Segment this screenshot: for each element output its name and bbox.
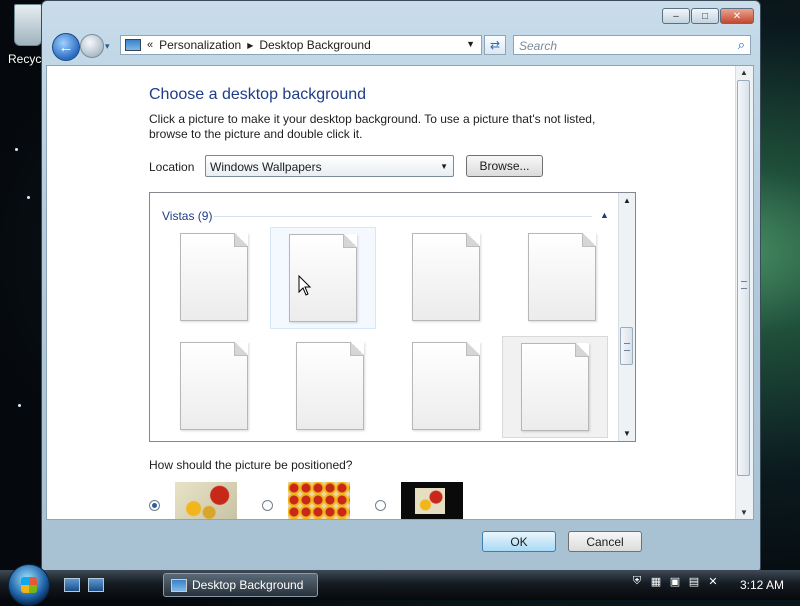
fit-preview-image[interactable] [175, 482, 237, 519]
position-center[interactable] [375, 482, 467, 519]
position-question: How should the picture be positioned? [149, 458, 353, 472]
scroll-up-icon[interactable]: ▲ [623, 196, 631, 205]
fit-radio[interactable] [149, 500, 160, 511]
center-radio[interactable] [375, 500, 386, 511]
wallpaper-thumb-8[interactable] [502, 336, 608, 438]
recycle-bin-graphic [14, 4, 42, 46]
windows-logo-icon [21, 577, 37, 593]
scroll-down-icon[interactable]: ▼ [740, 508, 748, 517]
taskbar: Desktop Background ⛨ ▦ ▣ ▤ ✕ 3:12 AM [0, 564, 800, 606]
minimize-button[interactable]: – [662, 8, 690, 24]
content-scroll-thumb[interactable] [737, 80, 750, 476]
wallpaper-thumb-5[interactable] [162, 336, 268, 438]
desktop-star [18, 404, 21, 407]
scroll-up-icon[interactable]: ▲ [740, 68, 748, 77]
cancel-button[interactable]: Cancel [568, 531, 642, 552]
page-description: Click a picture to make it your desktop … [149, 112, 596, 141]
recycle-bin-label: Recyc [8, 52, 42, 66]
blank-page-icon [412, 233, 480, 321]
address-bar[interactable]: « Personalization ▶ Desktop Background ▼ [120, 35, 482, 55]
control-panel-icon [125, 39, 141, 51]
gallery-scroll-thumb[interactable] [620, 327, 633, 365]
tile-radio[interactable] [262, 500, 273, 511]
display-icon[interactable]: ▤ [687, 574, 701, 588]
taskbar-button-desktop-background[interactable]: Desktop Background [163, 573, 318, 597]
security-shield-icon[interactable]: ⛨ [630, 574, 644, 588]
position-tile[interactable] [262, 482, 354, 519]
blank-page-icon [180, 233, 248, 321]
clock[interactable]: 3:12 AM [740, 578, 784, 592]
browse-button[interactable]: Browse... [466, 155, 543, 177]
network-icon[interactable]: ▣ [668, 574, 682, 588]
breadcrumb-desktop-background[interactable]: Desktop Background [259, 38, 370, 52]
wallpaper-thumb-3[interactable] [394, 227, 500, 329]
breadcrumb-personalization[interactable]: Personalization [159, 38, 241, 52]
wallpaper-thumb-1[interactable] [162, 227, 268, 329]
control-panel-icon [171, 578, 187, 592]
search-placeholder: Search [519, 39, 558, 53]
blank-page-icon [528, 233, 596, 321]
mouse-cursor-icon [298, 275, 312, 296]
recent-pages-dropdown[interactable]: ▾ [105, 41, 110, 52]
blank-page-icon [180, 342, 248, 430]
location-label: Location [149, 160, 195, 174]
maximize-button[interactable]: □ [691, 8, 719, 24]
desktop-star [15, 148, 18, 151]
search-input[interactable]: Search ⌕ [513, 35, 751, 55]
taskbar-button-label: Desktop Background [192, 578, 304, 592]
location-value: Windows Wallpapers [210, 160, 322, 174]
group-header[interactable]: Vistas (9) [162, 209, 212, 223]
address-dropdown-icon[interactable]: ▼ [466, 39, 475, 49]
volume-muted-icon[interactable]: ✕ [706, 574, 720, 588]
center-preview-image[interactable] [401, 482, 463, 519]
position-fit[interactable] [149, 482, 241, 519]
breadcrumb-overflow[interactable]: « [147, 39, 153, 51]
wallpaper-thumb-6[interactable] [278, 336, 384, 438]
content-pane: Choose a desktop background Click a pict… [46, 65, 754, 520]
forward-button[interactable] [80, 34, 104, 58]
tile-preview-image[interactable] [288, 482, 350, 519]
caption-buttons: – □ ✕ [662, 8, 754, 24]
breadcrumb-separator-icon[interactable]: ▶ [247, 41, 253, 50]
control-panel-window: – □ ✕ ← ▾ « Personalization ▶ Desktop Ba… [41, 0, 761, 572]
wallpaper-thumb-7[interactable] [394, 336, 500, 438]
show-desktop-icon[interactable] [64, 578, 80, 592]
blank-page-icon [296, 342, 364, 430]
sidebar-icon[interactable]: ▦ [649, 574, 663, 588]
refresh-button[interactable]: ⇄ [484, 35, 506, 55]
wallpaper-thumb-4[interactable] [510, 227, 616, 329]
chevron-down-icon: ▼ [440, 162, 448, 171]
switch-windows-icon[interactable] [88, 578, 104, 592]
search-icon[interactable]: ⌕ [738, 37, 745, 53]
recycle-bin-icon[interactable]: Recyc [0, 0, 46, 72]
collapse-icon[interactable]: ▲ [600, 210, 609, 220]
wallpaper-gallery: Vistas (9) ▲ ▲ ▼ [149, 192, 636, 442]
gallery-scrollbar[interactable]: ▲ ▼ [618, 193, 635, 441]
content-scrollbar[interactable]: ▲ ▼ [735, 66, 753, 519]
desktop-star [27, 196, 30, 199]
scroll-down-icon[interactable]: ▼ [623, 429, 631, 438]
group-divider [214, 216, 592, 217]
page-title: Choose a desktop background [149, 86, 367, 103]
close-button[interactable]: ✕ [720, 8, 754, 24]
wallpaper-thumb-2[interactable] [270, 227, 376, 329]
back-button[interactable]: ← [52, 33, 80, 61]
location-select[interactable]: Windows Wallpapers ▼ [205, 155, 454, 177]
ok-button[interactable]: OK [482, 531, 556, 552]
system-tray: ⛨ ▦ ▣ ▤ ✕ [630, 574, 720, 588]
blank-page-icon [412, 342, 480, 430]
blank-page-icon [521, 343, 589, 431]
